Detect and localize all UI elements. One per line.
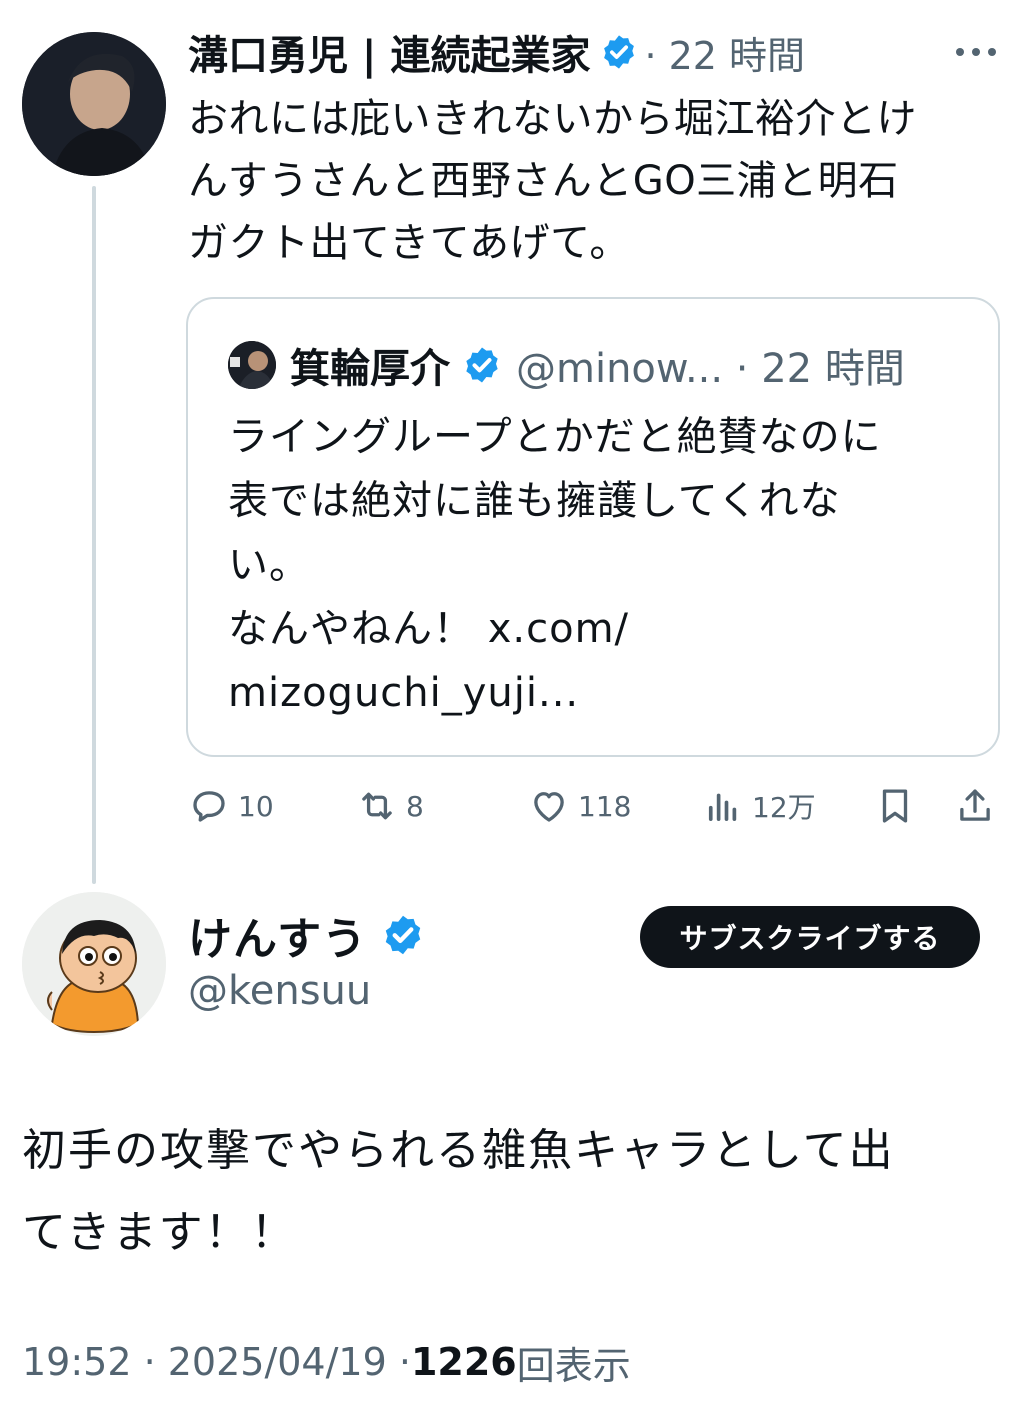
tweet-text-line: ガクト出てきてあげて。: [188, 220, 630, 266]
subscribe-button[interactable]: サブスクライブする: [640, 906, 980, 968]
reply-icon: [188, 785, 230, 827]
tweet-text-line: てきます！！: [22, 1207, 297, 1258]
share-button[interactable]: [954, 783, 996, 829]
tweet-timestamp[interactable]: · 22 時間: [644, 25, 805, 80]
quote-author-row: 箕輪厚介 @minow... · 22 時間: [290, 336, 905, 394]
tweet-footer-meta: 19:52 · 2025/04/19 · 1226 回表示: [22, 1334, 631, 1390]
quote-text-line: mizoguchi_yuji...: [228, 670, 580, 716]
verified-icon: [381, 913, 425, 957]
views-count: 12万: [752, 791, 816, 824]
author-row: けんすう: [188, 904, 425, 966]
reply-count: 10: [238, 789, 274, 823]
view-label: 回表示: [516, 1343, 631, 1388]
view-count: 1226: [410, 1340, 517, 1384]
views-button[interactable]: 12万: [702, 783, 816, 829]
parent-author-row: 溝口勇児 | 連続起業家 · 22 時間: [188, 24, 805, 80]
avatar[interactable]: [22, 32, 166, 176]
repost-count: 8: [406, 789, 424, 823]
bookmark-button[interactable]: [874, 783, 916, 829]
quote-display-name: 箕輪厚介: [290, 346, 450, 392]
bookmark-icon: [874, 785, 916, 827]
quote-text-line: ライングループとかだと絶賛なのに: [228, 414, 882, 460]
views-icon: [702, 785, 744, 827]
quote-text-line: なんやねん！ x.com/: [228, 606, 630, 652]
verified-icon: [462, 345, 502, 385]
quote-text: ライングループとかだと絶賛なのに 表では絶対に誰も擁護してくれな い。 なんやね…: [228, 405, 988, 725]
reply-button[interactable]: 10: [188, 783, 274, 829]
more-icon[interactable]: [956, 38, 996, 66]
like-icon: [528, 785, 570, 827]
author-display-name[interactable]: 溝口勇児 | 連続起業家: [188, 23, 590, 81]
thread-connector-line: [92, 186, 96, 884]
author-handle[interactable]: @kensuu: [188, 968, 371, 1014]
like-button[interactable]: 118: [528, 783, 631, 829]
tweet-text: 初手の攻撃でやられる雑魚キャラとして出 てきます！！: [22, 1110, 1012, 1274]
quote-avatar: [228, 341, 276, 389]
repost-button[interactable]: 8: [356, 783, 424, 829]
quote-text-line: 表では絶対に誰も擁護してくれな: [228, 478, 841, 524]
tweet-text-line: おれには庇いきれないから堀江裕介とけ: [188, 96, 917, 142]
verified-icon: [600, 33, 638, 71]
author-display-name[interactable]: けんすう: [188, 903, 367, 967]
share-icon: [954, 785, 996, 827]
like-count: 118: [578, 789, 632, 823]
quote-handle-timestamp: @minow... · 22 時間: [516, 346, 905, 392]
quote-text-line: い。: [228, 542, 310, 588]
tweet-text-line: んすうさんと西野さんとGO三浦と明石: [188, 158, 899, 204]
tweet-time-date[interactable]: 19:52 · 2025/04/19 ·: [22, 1340, 411, 1384]
tweet-text: おれには庇いきれないから堀江裕介とけ んすうさんと西野さんとGO三浦と明石 ガク…: [188, 88, 1008, 274]
tweet-text-line: 初手の攻撃でやられる雑魚キャラとして出: [22, 1125, 895, 1176]
avatar[interactable]: [22, 892, 166, 1036]
repost-icon: [356, 785, 398, 827]
